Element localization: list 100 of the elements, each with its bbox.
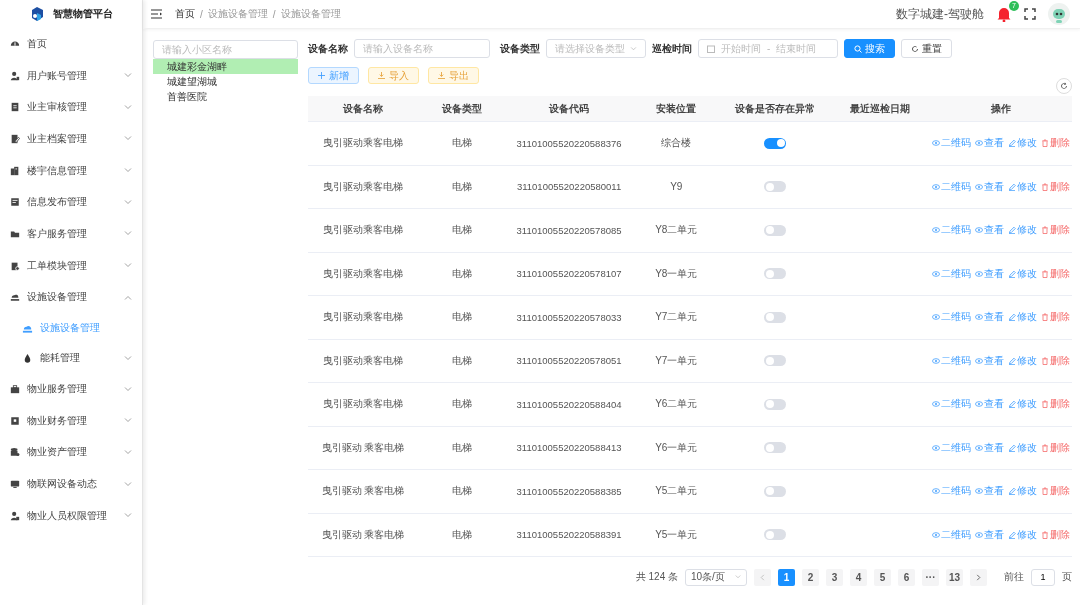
- delete-link[interactable]: 删除: [1040, 179, 1070, 194]
- reset-button[interactable]: 重置: [901, 39, 952, 58]
- delete-link[interactable]: 删除: [1040, 136, 1070, 151]
- page-number-field[interactable]: 1: [1031, 568, 1055, 586]
- bell-icon[interactable]: [996, 6, 1012, 22]
- delete-link[interactable]: 删除: [1040, 527, 1070, 542]
- qr-code-link[interactable]: 二维码: [931, 136, 971, 151]
- qr-code-link[interactable]: 二维码: [931, 353, 971, 368]
- avatar-icon[interactable]: [1048, 3, 1070, 25]
- table-cell-text: Y8一单元: [654, 266, 699, 281]
- abnormal-toggle[interactable]: [764, 355, 787, 367]
- qr-code-link[interactable]: 二维码: [931, 179, 971, 194]
- edit-link[interactable]: 修改: [1007, 266, 1037, 281]
- page-size-select[interactable]: 10条/页: [685, 568, 747, 586]
- delete-link[interactable]: 删除: [1040, 353, 1070, 368]
- search-button[interactable]: 搜索: [844, 39, 895, 58]
- edit-link[interactable]: 修改: [1007, 440, 1037, 455]
- table-cell-text: 31101005520220588376: [515, 137, 623, 149]
- menu-icon[interactable]: [151, 9, 163, 19]
- abnormal-toggle[interactable]: [764, 398, 787, 410]
- edit-link[interactable]: 修改: [1007, 353, 1037, 368]
- import-button[interactable]: 导入: [368, 67, 419, 84]
- view-link[interactable]: 查看: [974, 136, 1004, 151]
- page-button[interactable]: 1: [778, 568, 795, 586]
- view-link[interactable]: 查看: [974, 484, 1004, 499]
- edit-link[interactable]: 修改: [1007, 397, 1037, 412]
- delete-link[interactable]: 删除: [1040, 223, 1070, 238]
- qr-code-link[interactable]: 二维码: [931, 484, 971, 499]
- abnormal-toggle[interactable]: [764, 311, 787, 323]
- export-button[interactable]: 导出: [428, 67, 479, 84]
- fullscreen-icon[interactable]: [1024, 8, 1036, 20]
- breadcrumb-item[interactable]: 设施设备管理: [280, 7, 341, 21]
- qr-code-link[interactable]: 二维码: [931, 266, 971, 281]
- tree-item[interactable]: 城建望湖城: [153, 74, 298, 89]
- page-button[interactable]: 6: [898, 568, 915, 586]
- view-link[interactable]: 查看: [974, 179, 1004, 194]
- page-button[interactable]: 4: [850, 568, 867, 586]
- qr-code-link[interactable]: 二维码: [931, 223, 971, 238]
- refresh-button[interactable]: [1056, 78, 1072, 94]
- menu-item[interactable]: 工单模块管理: [0, 249, 142, 282]
- tree-item[interactable]: 首善医院: [153, 89, 298, 104]
- qr-code-link[interactable]: 二维码: [931, 397, 971, 412]
- abnormal-toggle[interactable]: [764, 224, 787, 236]
- menu-item[interactable]: 信息发布管理: [0, 186, 142, 219]
- next-page-button[interactable]: [970, 568, 987, 586]
- menu-item[interactable]: 物业资产管理: [0, 436, 142, 469]
- menu-item[interactable]: 物业服务管理: [0, 373, 142, 405]
- device-name-field[interactable]: 请输入设备名称: [354, 39, 490, 58]
- submenu-item[interactable]: 设施设备管理: [0, 313, 142, 344]
- abnormal-toggle[interactable]: [764, 137, 787, 149]
- menu-item[interactable]: 首页: [0, 28, 142, 60]
- abnormal-toggle[interactable]: [764, 529, 787, 541]
- menu-item[interactable]: 物业财务管理: [0, 404, 142, 437]
- submenu-item[interactable]: 能耗管理: [0, 343, 142, 374]
- breadcrumb-item[interactable]: 首页: [175, 7, 195, 21]
- menu-item[interactable]: 用户账号管理: [0, 59, 142, 92]
- menu-item[interactable]: 物联网设备动态: [0, 468, 142, 500]
- edit-link[interactable]: 修改: [1007, 223, 1037, 238]
- page-button[interactable]: 3: [826, 568, 843, 586]
- breadcrumb-item[interactable]: 设施设备管理: [207, 7, 268, 21]
- menu-item[interactable]: 物业人员权限管理: [0, 499, 142, 532]
- delete-link[interactable]: 删除: [1040, 440, 1070, 455]
- abnormal-toggle[interactable]: [764, 268, 787, 280]
- view-link[interactable]: 查看: [974, 266, 1004, 281]
- view-link[interactable]: 查看: [974, 440, 1004, 455]
- view-link[interactable]: 查看: [974, 353, 1004, 368]
- view-link[interactable]: 查看: [974, 310, 1004, 325]
- menu-item[interactable]: 设施设备管理: [0, 281, 142, 314]
- delete-link[interactable]: 删除: [1040, 266, 1070, 281]
- add-button[interactable]: 新增: [308, 67, 359, 84]
- edit-link[interactable]: 修改: [1007, 310, 1037, 325]
- view-link[interactable]: 查看: [974, 527, 1004, 542]
- delete-link[interactable]: 删除: [1040, 310, 1070, 325]
- page-button[interactable]: 13: [946, 568, 963, 586]
- view-link[interactable]: 查看: [974, 223, 1004, 238]
- qr-code-link[interactable]: 二维码: [931, 527, 971, 542]
- abnormal-toggle[interactable]: [764, 181, 787, 193]
- page-button[interactable]: 5: [874, 568, 891, 586]
- menu-item[interactable]: 业主档案管理: [0, 123, 142, 155]
- menu-item[interactable]: 业主审核管理: [0, 91, 142, 124]
- menu-item[interactable]: 楼宇信息管理: [0, 154, 142, 187]
- community-search-field[interactable]: 请输入小区名称: [153, 40, 298, 59]
- page-unit-label: 页: [1062, 570, 1072, 584]
- previous-page-button[interactable]: [754, 568, 771, 586]
- edit-link[interactable]: 修改: [1007, 484, 1037, 499]
- edit-link[interactable]: 修改: [1007, 136, 1037, 151]
- edit-link[interactable]: 修改: [1007, 527, 1037, 542]
- date-range-field[interactable]: 开始时间 - 结束时间: [698, 39, 838, 58]
- abnormal-toggle[interactable]: [764, 442, 787, 454]
- view-link[interactable]: 查看: [974, 397, 1004, 412]
- page-button[interactable]: ···: [922, 568, 939, 586]
- qr-code-link[interactable]: 二维码: [931, 440, 971, 455]
- delete-link[interactable]: 删除: [1040, 484, 1070, 499]
- delete-link[interactable]: 删除: [1040, 397, 1070, 412]
- edit-link[interactable]: 修改: [1007, 179, 1037, 194]
- tree-item[interactable]: 城建彩金湖畔: [153, 59, 298, 74]
- abnormal-toggle[interactable]: [764, 485, 787, 497]
- qr-code-link[interactable]: 二维码: [931, 310, 971, 325]
- menu-item[interactable]: 客户服务管理: [0, 218, 142, 250]
- page-button[interactable]: 2: [802, 568, 819, 586]
